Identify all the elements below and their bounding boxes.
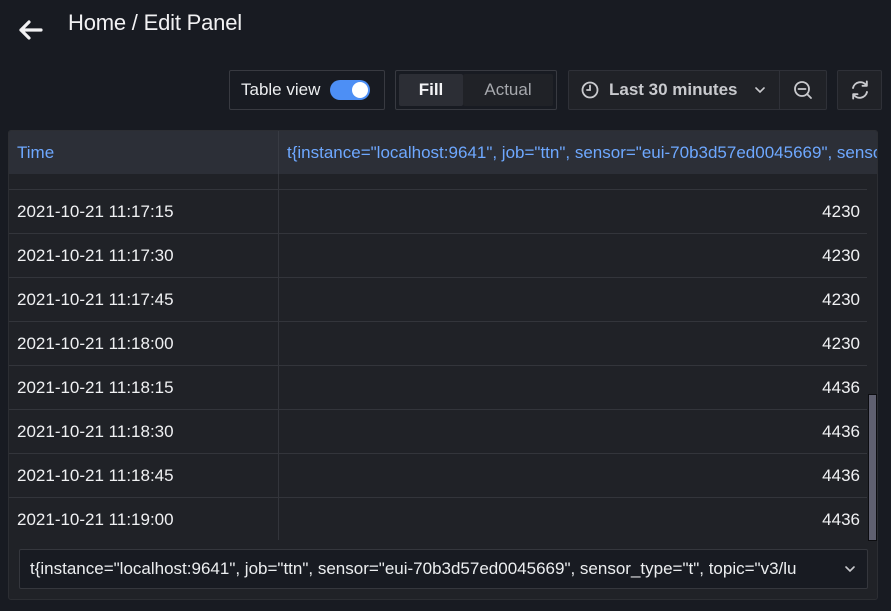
refresh-icon: [851, 80, 868, 100]
cell-value: 4436: [822, 377, 860, 397]
cell-value: 4230: [822, 245, 860, 265]
column-header-time[interactable]: Time: [9, 131, 279, 174]
series-select[interactable]: t{instance="localhost:9641", job="ttn", …: [19, 549, 868, 589]
actual-option[interactable]: Actual: [463, 74, 553, 106]
cell-value: 4436: [822, 421, 860, 441]
fill-mode-radio-group: Fill Actual: [395, 70, 557, 110]
toggle-knob: [352, 82, 369, 98]
cell-value: 4436: [822, 465, 860, 485]
table-row: 2021-10-21 11:18:00 4230: [9, 322, 867, 366]
time-range-picker: Last 30 minutes: [568, 70, 827, 110]
fill-option[interactable]: Fill: [399, 74, 463, 106]
cell-value: 4436: [822, 509, 860, 529]
chevron-down-icon: [754, 87, 765, 94]
table-view-toggle[interactable]: [330, 80, 371, 100]
table-panel: Time t{instance="localhost:9641", job="t…: [8, 130, 878, 600]
arrow-left-icon: [19, 20, 43, 40]
cell-value: [279, 174, 867, 189]
table-row: 2021-10-21 11:19:00 4436: [9, 498, 867, 540]
table-row: 2021-10-21 11:17:30 4230: [9, 234, 867, 278]
cell-time: 2021-10-21 11:19:00: [9, 498, 279, 540]
time-range-button[interactable]: Last 30 minutes: [569, 71, 780, 109]
cell-value: 4230: [822, 289, 860, 309]
table-row: 2021-10-21 11:18:15 4436: [9, 366, 867, 410]
time-range-label: Last 30 minutes: [609, 80, 738, 99]
cell-value: 4230: [822, 333, 860, 353]
cell-time: 2021-10-21 11:17:30: [9, 234, 279, 277]
cell-time: 2021-10-21 11:18:45: [9, 454, 279, 497]
column-header-series[interactable]: t{instance="localhost:9641", job="ttn", …: [279, 131, 877, 174]
cell-time: 2021-10-21 11:18:15: [9, 366, 279, 409]
table-row: 2021-10-21 11:17:15 4230: [9, 190, 867, 234]
zoom-out-icon: [794, 81, 812, 99]
table-row-partial: [9, 174, 867, 190]
cell-time: [9, 174, 279, 189]
table-row: 2021-10-21 11:18:30 4436: [9, 410, 867, 454]
cell-time: 2021-10-21 11:18:30: [9, 410, 279, 453]
series-select-value: t{instance="localhost:9641", job="ttn", …: [30, 559, 797, 578]
table-row: 2021-10-21 11:17:45 4230: [9, 278, 867, 322]
table-row: 2021-10-21 11:18:45 4436: [9, 454, 867, 498]
top-bar: Home / Edit Panel: [0, 0, 891, 60]
refresh-button[interactable]: [837, 70, 882, 110]
table-scrollbar[interactable]: [867, 174, 877, 541]
cell-time: 2021-10-21 11:18:00: [9, 322, 279, 365]
zoom-out-button[interactable]: [780, 71, 826, 109]
table-body: 2021-10-21 11:17:15 4230 2021-10-21 11:1…: [9, 174, 867, 540]
cell-time: 2021-10-21 11:17:45: [9, 278, 279, 321]
chevron-down-icon: [845, 566, 855, 573]
cell-value: 4230: [822, 201, 860, 221]
page-title: Home / Edit Panel: [68, 10, 242, 35]
scrollbar-thumb[interactable]: [868, 394, 877, 541]
table-view-switch: Table view: [229, 70, 385, 110]
clock-icon: [581, 81, 599, 99]
table-header: Time t{instance="localhost:9641", job="t…: [9, 131, 877, 174]
back-button[interactable]: [14, 14, 46, 46]
table-view-label: Table view: [241, 80, 321, 99]
cell-time: 2021-10-21 11:17:15: [9, 190, 279, 233]
